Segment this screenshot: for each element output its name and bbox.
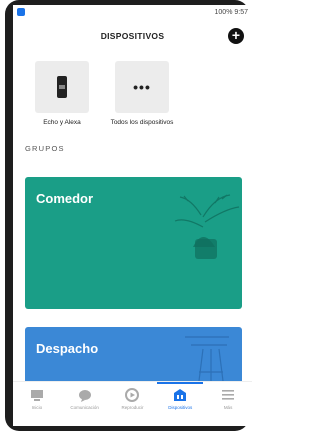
nav-comunicacion[interactable]: Comunicación: [62, 382, 108, 410]
nav-reproducir[interactable]: Reproducir: [109, 382, 155, 410]
device-shortcuts: Echo y Alexa ••• Todos los dispositivos: [13, 53, 252, 126]
group-name: Despacho: [36, 341, 99, 356]
groups-section-title: GRUPOS: [25, 144, 65, 153]
devices-icon: [173, 388, 187, 402]
screen: 100% 9:57 DISPOSITIVOS + Echo y Alexa ••…: [13, 5, 252, 426]
device-tile: [35, 61, 89, 113]
group-name: Comedor: [36, 191, 94, 206]
device-all[interactable]: ••• Todos los dispositivos: [109, 61, 175, 126]
nav-label: Más: [223, 405, 233, 410]
echo-device-icon: [57, 76, 67, 98]
nav-dispositivos[interactable]: Dispositivos: [157, 382, 204, 410]
bottom-navigation: Inicio Comunicación Reproducir Dispositi…: [13, 381, 252, 426]
device-label: Echo y Alexa: [43, 119, 81, 126]
nav-label: Dispositivos: [168, 405, 193, 410]
nav-label: Inicio: [31, 405, 43, 410]
nav-inicio[interactable]: Inicio: [14, 382, 60, 410]
chat-icon: [78, 388, 92, 402]
menu-icon: [221, 388, 235, 402]
app-header: DISPOSITIVOS +: [13, 19, 252, 53]
status-bar: 100% 9:57: [13, 5, 252, 19]
play-icon: [125, 388, 140, 402]
page-title: DISPOSITIVOS: [100, 31, 165, 41]
more-dots-icon: •••: [133, 79, 151, 95]
phone-frame: 100% 9:57 DISPOSITIVOS + Echo y Alexa ••…: [5, 0, 252, 431]
active-indicator: [157, 382, 204, 384]
device-echo-alexa[interactable]: Echo y Alexa: [29, 61, 95, 126]
app-notification-icon: [17, 8, 25, 16]
nav-mas[interactable]: Más: [205, 382, 251, 410]
group-card-comedor[interactable]: Comedor: [25, 177, 242, 309]
nav-label: Comunicación: [70, 405, 99, 410]
home-icon: [30, 388, 44, 402]
nav-label: Reproducir: [121, 405, 144, 410]
status-right-text: 100% 9:57: [214, 8, 248, 16]
device-label: Todos los dispositivos: [110, 119, 174, 126]
add-device-button[interactable]: +: [228, 28, 244, 44]
device-tile: •••: [115, 61, 169, 113]
